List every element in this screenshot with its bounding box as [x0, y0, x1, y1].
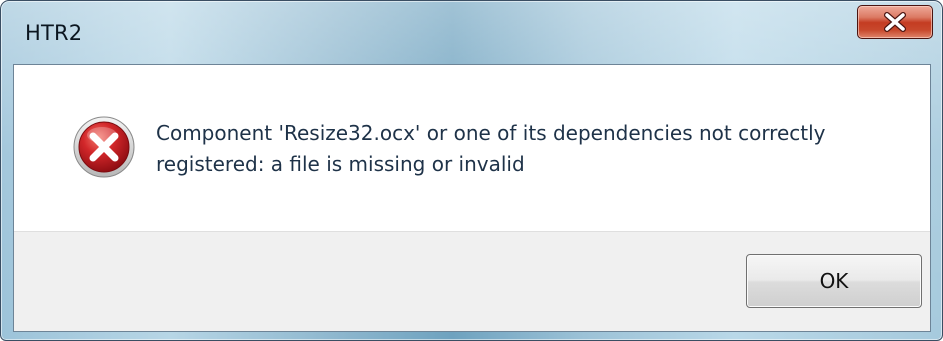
button-bar: OK: [14, 231, 930, 331]
close-icon: [884, 12, 906, 32]
title-bar[interactable]: HTR2: [1, 1, 942, 65]
dialog-client-area: Component 'Resize32.ocx' or one of its d…: [13, 64, 931, 332]
message-area: Component 'Resize32.ocx' or one of its d…: [14, 65, 930, 231]
dialog-window: HTR2 Component 'Resize32.ocx' or one of …: [0, 0, 943, 341]
error-icon: [73, 116, 135, 178]
ok-button[interactable]: OK: [746, 254, 922, 308]
error-message: Component 'Resize32.ocx' or one of its d…: [156, 121, 826, 176]
window-title: HTR2: [25, 21, 83, 45]
close-button[interactable]: [857, 5, 933, 39]
